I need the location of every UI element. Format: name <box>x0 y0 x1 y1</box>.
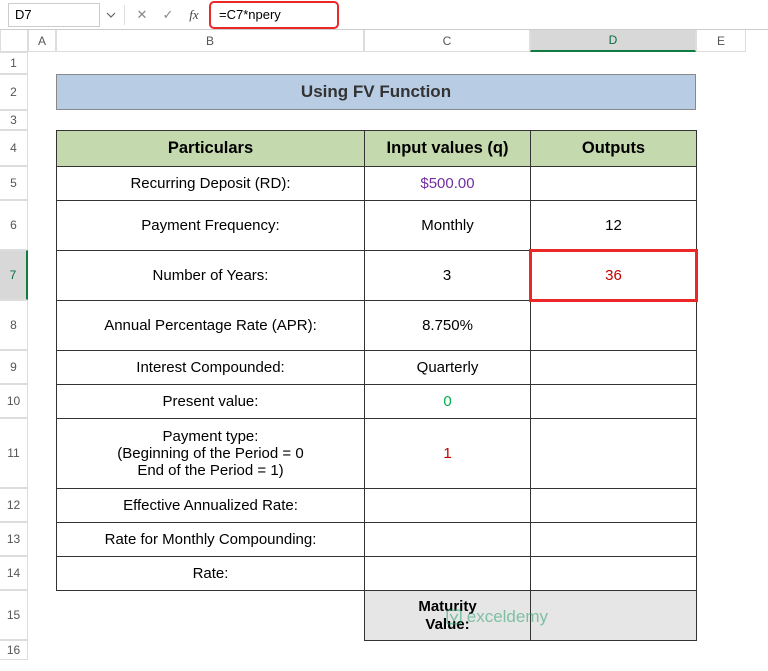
confirm-icon[interactable]: ✓ <box>157 4 179 26</box>
table-row-input[interactable]: 1 <box>365 419 531 489</box>
formula-bar: D7 ✕ ✓ fx =C7*npery <box>0 0 768 30</box>
th-inputs: Input values (q) <box>365 131 531 167</box>
table-row-label: Rate for Monthly Compounding: <box>57 523 365 557</box>
table-row-label: Rate: <box>57 557 365 591</box>
watermark-icon <box>445 608 463 626</box>
row-header-12[interactable]: 12 <box>0 488 28 522</box>
watermark: exceldemy <box>445 607 548 627</box>
table-row-output[interactable] <box>531 167 697 201</box>
row-headers: 12345678910111213141516 <box>0 52 28 660</box>
table-row-output[interactable] <box>531 301 697 351</box>
cancel-icon[interactable]: ✕ <box>131 4 153 26</box>
table-row-input[interactable]: Monthly <box>365 201 531 251</box>
table-row-input[interactable]: $500.00 <box>365 167 531 201</box>
table-row-output[interactable] <box>531 419 697 489</box>
row-header-14[interactable]: 14 <box>0 556 28 590</box>
table-row-label: Effective Annualized Rate: <box>57 489 365 523</box>
row-header-6[interactable]: 6 <box>0 200 28 250</box>
name-box[interactable]: D7 <box>8 3 100 27</box>
fx-icon[interactable]: fx <box>183 4 205 26</box>
row-header-7[interactable]: 7 <box>0 250 28 300</box>
row-header-1[interactable]: 1 <box>0 52 28 74</box>
col-header-D[interactable]: D <box>530 30 696 52</box>
table-row-output[interactable] <box>531 351 697 385</box>
col-header-E[interactable]: E <box>696 30 746 52</box>
table-row-label: Interest Compounded: <box>57 351 365 385</box>
col-header-C[interactable]: C <box>364 30 530 52</box>
row-header-9[interactable]: 9 <box>0 350 28 384</box>
page-title: Using FV Function <box>56 74 696 110</box>
row-header-4[interactable]: 4 <box>0 130 28 166</box>
row-header-5[interactable]: 5 <box>0 166 28 200</box>
row-header-15[interactable]: 15 <box>0 590 28 640</box>
empty-cell <box>57 591 365 641</box>
table-row-input[interactable]: 8.750% <box>365 301 531 351</box>
table-row-input[interactable]: Quarterly <box>365 351 531 385</box>
cell-reference: D7 <box>15 7 32 22</box>
maturity-value-cell[interactable] <box>531 591 697 641</box>
table-row-label: Present value: <box>57 385 365 419</box>
table-row-input[interactable] <box>365 489 531 523</box>
table-row-output[interactable] <box>531 557 697 591</box>
table-row-label: Payment Frequency: <box>57 201 365 251</box>
table-row-output[interactable]: 12 <box>531 201 697 251</box>
data-table: Particulars Input values (q) Outputs Rec… <box>56 130 698 641</box>
select-all-corner[interactable] <box>0 30 28 52</box>
table-row-output[interactable] <box>531 385 697 419</box>
row-header-8[interactable]: 8 <box>0 300 28 350</box>
table-row-label: Recurring Deposit (RD): <box>57 167 365 201</box>
th-outputs: Outputs <box>531 131 697 167</box>
formula-text: =C7*npery <box>219 7 281 22</box>
col-header-A[interactable]: A <box>28 30 56 52</box>
table-row-input[interactable] <box>365 557 531 591</box>
table-row-label: Payment type:(Beginning of the Period = … <box>57 419 365 489</box>
row-header-16[interactable]: 16 <box>0 640 28 660</box>
row-header-3[interactable]: 3 <box>0 110 28 130</box>
table-row-output[interactable] <box>531 523 697 557</box>
row-header-10[interactable]: 10 <box>0 384 28 418</box>
col-header-B[interactable]: B <box>56 30 364 52</box>
table-row-label: Annual Percentage Rate (APR): <box>57 301 365 351</box>
sheet-content: Using FV Function Particulars Input valu… <box>56 52 746 641</box>
table-row-input[interactable]: 0 <box>365 385 531 419</box>
row-header-13[interactable]: 13 <box>0 522 28 556</box>
table-row-input[interactable] <box>365 523 531 557</box>
formula-input[interactable]: =C7*npery <box>209 1 339 29</box>
row-header-2[interactable]: 2 <box>0 74 28 110</box>
row-header-11[interactable]: 11 <box>0 418 28 488</box>
active-cell-D7[interactable]: 36 <box>531 251 697 301</box>
spreadsheet-grid: A B C D E 12345678910111213141516 Using … <box>0 30 768 52</box>
table-row-output[interactable] <box>531 489 697 523</box>
table-row-input[interactable]: 3 <box>365 251 531 301</box>
table-row-label: Number of Years: <box>57 251 365 301</box>
name-box-dropdown-icon[interactable] <box>104 10 118 20</box>
th-particulars: Particulars <box>57 131 365 167</box>
